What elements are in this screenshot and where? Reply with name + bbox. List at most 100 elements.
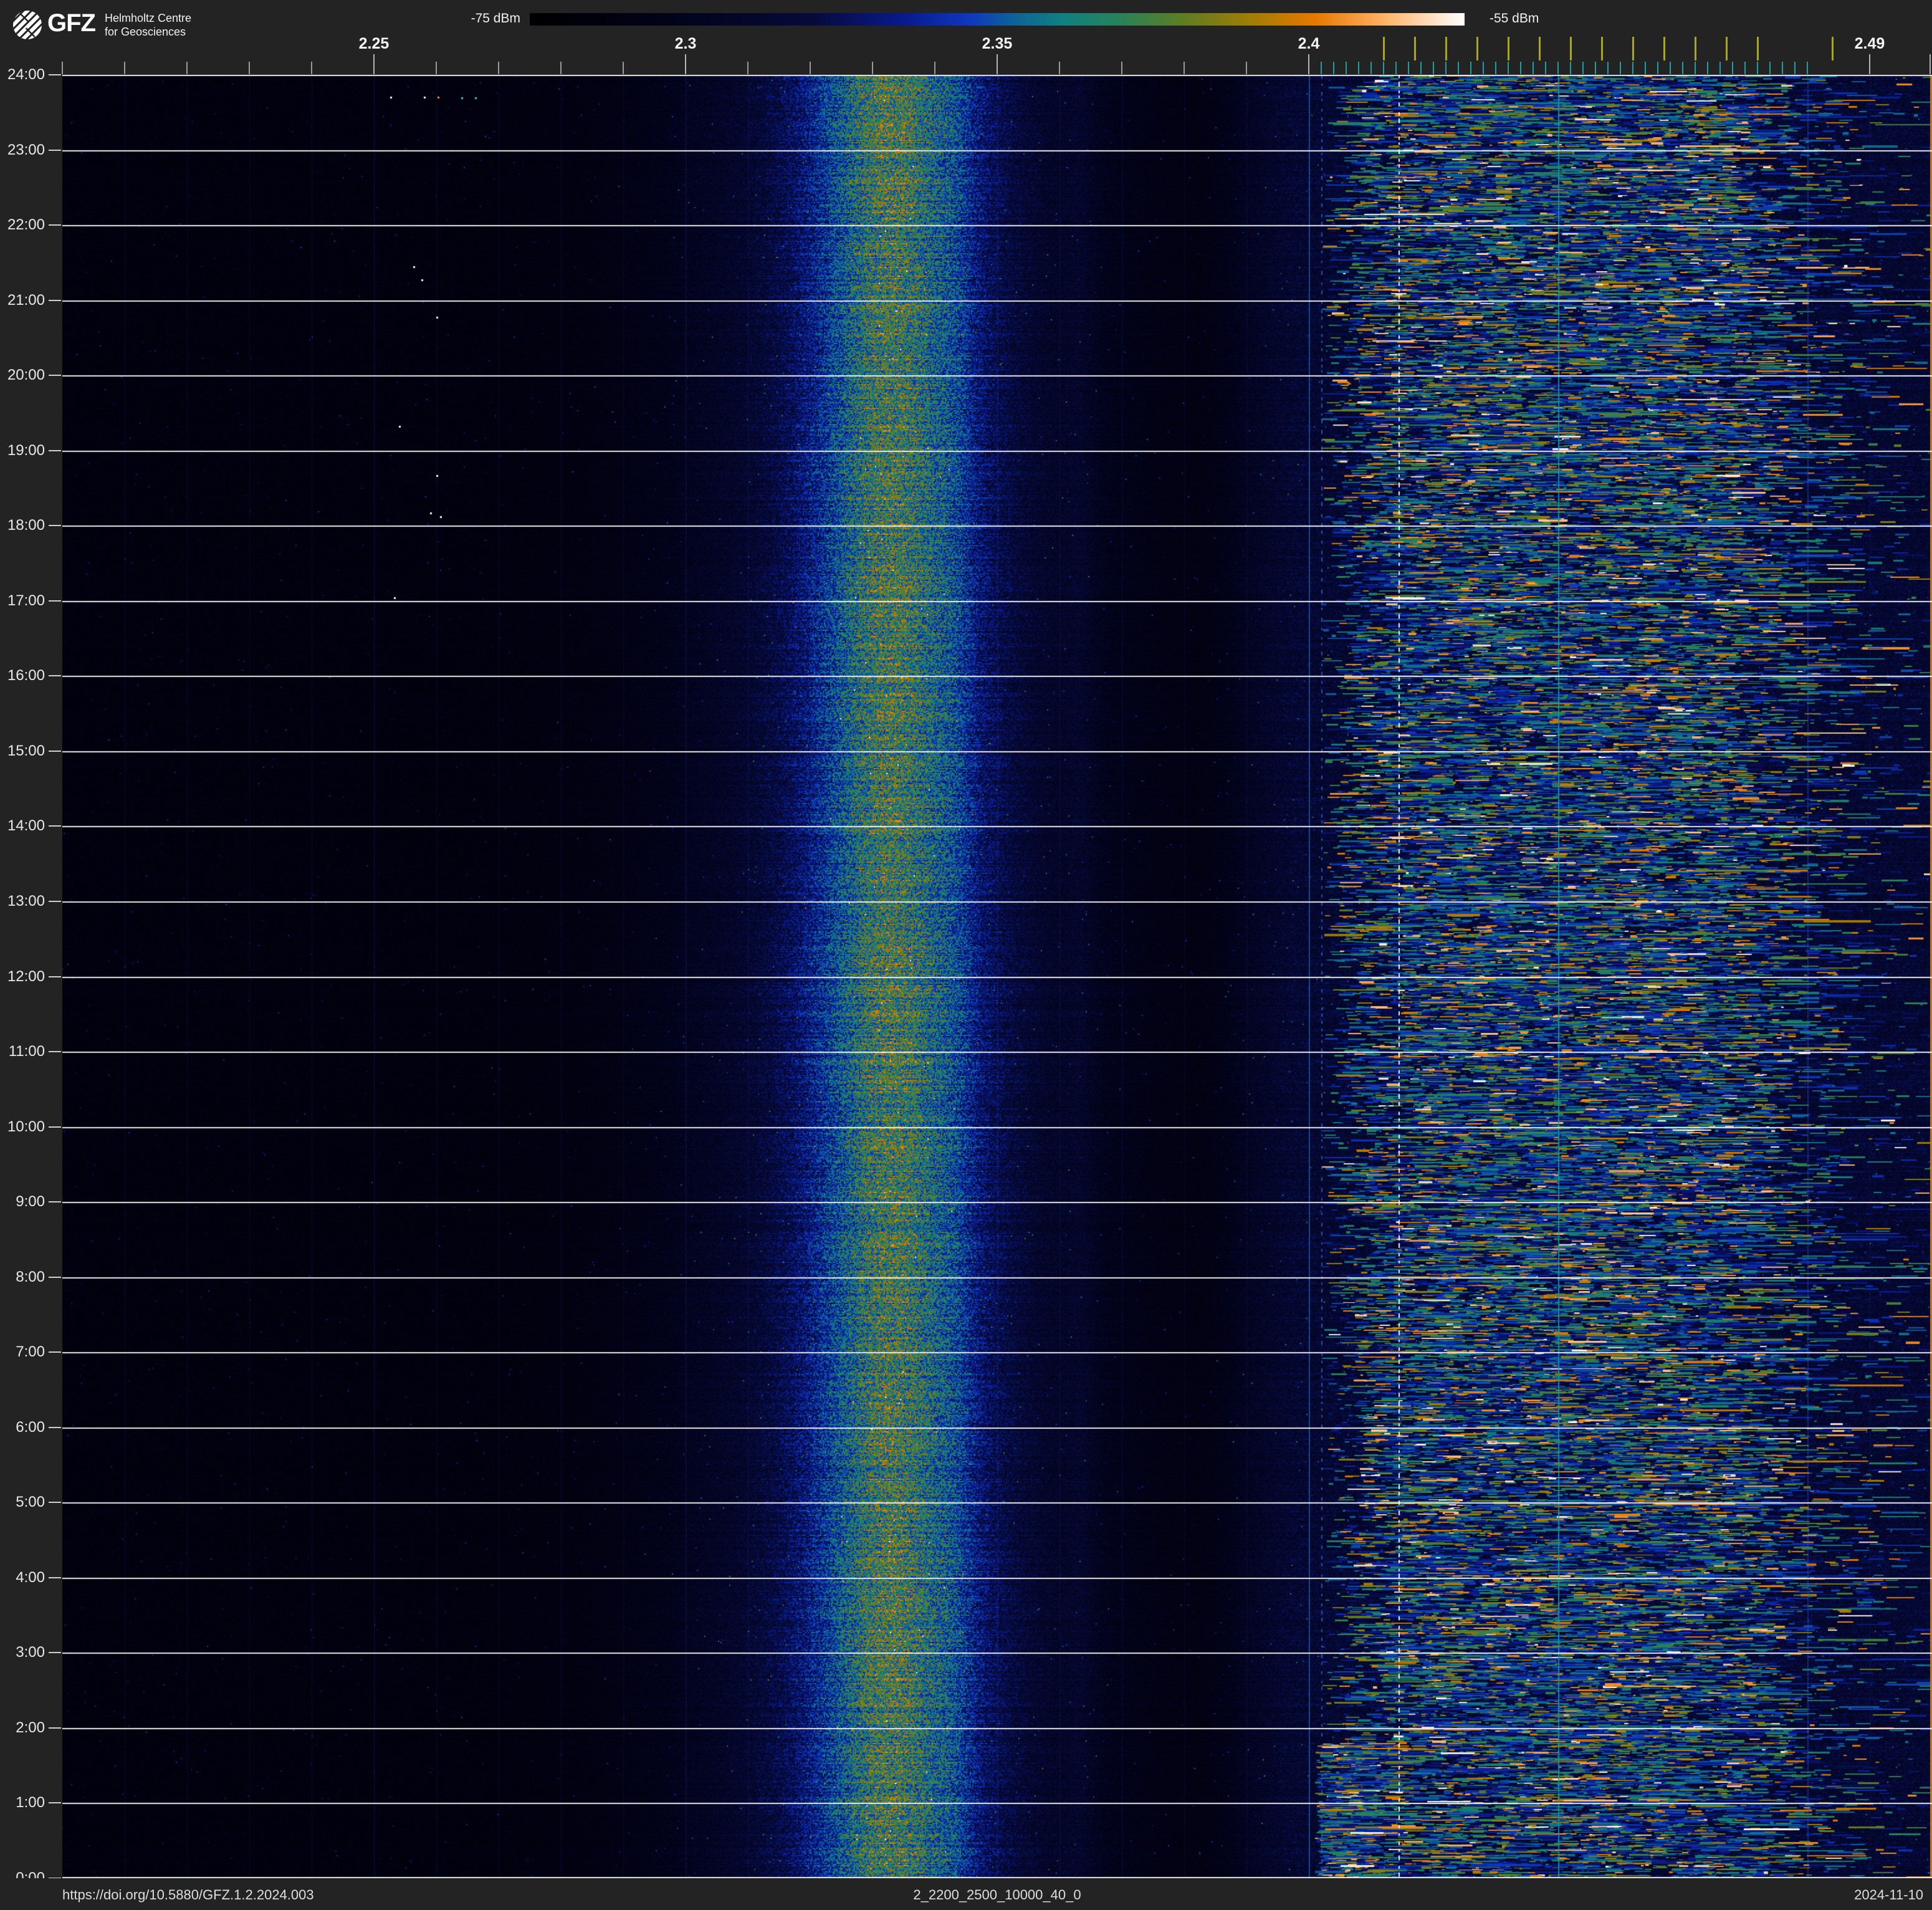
filename-text: 2_2200_2500_10000_40_0 (913, 1887, 1081, 1903)
ble-channel-tick (1408, 62, 1409, 74)
ble-channel-tick (1483, 62, 1484, 74)
hour-tick (49, 1201, 61, 1203)
hour-tick (49, 299, 61, 301)
frequency-minor-tick (1184, 62, 1185, 74)
ble-channel-tick (1445, 62, 1447, 74)
hour-tick (49, 675, 61, 677)
hour-tick (49, 1051, 61, 1053)
hour-tick (49, 449, 61, 451)
hour-label: 14:00 (7, 817, 45, 835)
wifi-channel-tick (1382, 37, 1385, 60)
frequency-major-tick (997, 54, 998, 74)
ble-channel-tick (1582, 62, 1584, 74)
hour-label: 23:00 (7, 141, 45, 158)
hour-tick (49, 976, 61, 977)
ble-channel-tick (1333, 62, 1334, 74)
hour-label: 21:00 (7, 291, 45, 309)
ble-channel-tick (1807, 62, 1808, 74)
hour-label: 2:00 (16, 1719, 45, 1736)
hour-tick (49, 74, 61, 75)
hour-label: 6:00 (16, 1418, 45, 1436)
frequency-minor-tick (498, 62, 499, 74)
ble-channel-tick (1719, 62, 1721, 74)
ble-channel-tick (1370, 62, 1372, 74)
wifi-channel-tick (1413, 37, 1416, 60)
frequency-edge-tick (1930, 54, 1931, 74)
hour-tick (49, 1126, 61, 1128)
hour-tick (49, 525, 61, 527)
ble-channel-tick (1433, 62, 1434, 74)
frequency-axis: 2.25 2.3 2.35 2.4 2.49 (0, 0, 1932, 75)
hour-label: 4:00 (16, 1568, 45, 1586)
hour-tick (49, 1276, 61, 1278)
frequency-minor-tick (186, 62, 188, 74)
ble-channel-tick (1757, 62, 1758, 74)
ble-channel-tick (1645, 62, 1646, 74)
ble-channel-tick (1570, 62, 1571, 74)
ble-channel-tick (1595, 62, 1596, 74)
ble-channel-tick (1346, 62, 1347, 74)
ble-channel-tick (1732, 62, 1733, 74)
hour-tick (49, 750, 61, 752)
hour-label: 18:00 (7, 517, 45, 534)
ble-channel-tick (1707, 62, 1708, 74)
wifi-channel-tick (1756, 37, 1759, 60)
hour-label: 3:00 (16, 1644, 45, 1661)
spectrogram-page: { "header": { "logo": { "brand": "GFZ", … (0, 0, 1932, 1910)
hour-tick (49, 825, 61, 827)
ble-channel-tick (1632, 62, 1633, 74)
frequency-minor-tick (623, 62, 624, 74)
hour-label: 10:00 (7, 1118, 45, 1135)
ble-channel-tick (1470, 62, 1471, 74)
frequency-minor-tick (124, 62, 125, 74)
wifi-channel-tick (1569, 37, 1572, 60)
hour-label: 5:00 (16, 1494, 45, 1511)
hour-label: 1:00 (16, 1794, 45, 1812)
frequency-tick-label: 2.25 (358, 35, 390, 52)
ble-channel-tick (1495, 62, 1496, 74)
frequency-minor-tick (436, 62, 437, 74)
time-axis: 24:00 23:00 22:00 21:00 20:00 19:00 18:00 17:00… (0, 0, 62, 1910)
hour-label: 15:00 (7, 742, 45, 759)
frequency-tick-label: 2.35 (982, 35, 1013, 52)
hour-label: 24:00 (7, 66, 45, 83)
hour-label: 11:00 (8, 1043, 45, 1060)
wifi-channel-tick (1445, 37, 1447, 60)
hour-tick (49, 1727, 61, 1729)
frequency-minor-tick (872, 62, 873, 74)
ble-channel-tick (1533, 62, 1534, 74)
frequency-major-tick (373, 54, 375, 74)
spectrogram-canvas (62, 75, 1932, 1878)
ble-channel-tick (1383, 62, 1384, 74)
hour-label: 19:00 (7, 441, 45, 459)
ble-channel-tick (1395, 62, 1397, 74)
hour-label: 17:00 (7, 592, 45, 609)
ble-channel-tick (1769, 62, 1771, 74)
wifi-channel-tick (1663, 37, 1665, 60)
hour-label: 7:00 (16, 1343, 45, 1361)
date-text: 2024-11-10 (1854, 1887, 1923, 1903)
ble-channel-tick (1620, 62, 1621, 74)
hour-label: 9:00 (16, 1193, 45, 1211)
ble-channel-tick (1520, 62, 1521, 74)
hour-tick (49, 1426, 61, 1428)
frequency-minor-tick (249, 62, 250, 74)
frequency-minor-tick (311, 62, 312, 74)
ble-channel-tick (1695, 62, 1696, 74)
frequency-major-tick (1308, 54, 1309, 74)
hour-tick (49, 1802, 61, 1804)
wifi-channel-tick (1476, 37, 1478, 60)
footer-bar: https://doi.org/10.5880/GFZ.1.2.2024.003… (0, 1878, 1932, 1910)
ble-channel-tick (1358, 62, 1359, 74)
frequency-minor-tick (810, 62, 811, 74)
hour-label: 16:00 (7, 667, 45, 684)
ble-channel-tick (1670, 62, 1671, 74)
frequency-major-tick (685, 54, 686, 74)
frequency-tick-label: 2.49 (1854, 35, 1885, 52)
wifi-channel-tick (1632, 37, 1634, 60)
hour-tick (49, 149, 61, 151)
frequency-tick-label: 2.4 (1298, 35, 1320, 52)
hour-label: 8:00 (16, 1268, 45, 1285)
frequency-major-tick (1869, 54, 1870, 74)
frequency-minor-tick (560, 62, 562, 74)
